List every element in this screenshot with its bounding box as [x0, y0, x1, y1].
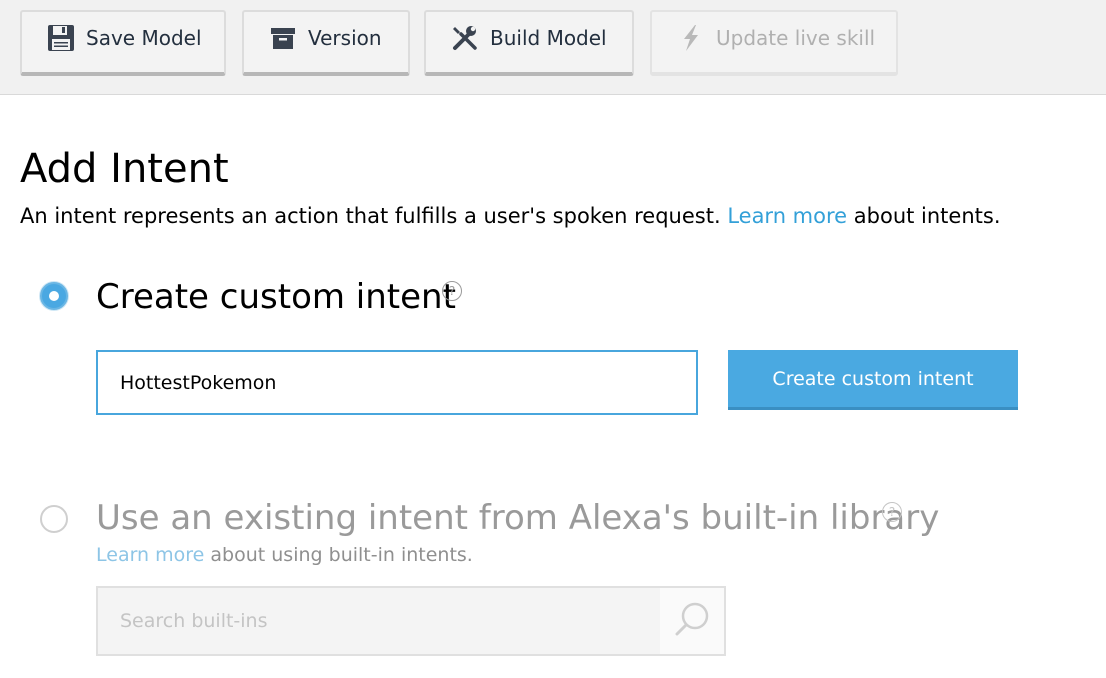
- builtin-sub-text: about using built-in intents.: [210, 544, 473, 566]
- subtitle-text: An intent represents an action that fulf…: [20, 204, 721, 228]
- build-model-button[interactable]: Build Model: [424, 10, 634, 76]
- lightning-bolt-icon: [676, 23, 706, 53]
- build-model-label: Build Model: [490, 26, 607, 50]
- create-custom-intent-label[interactable]: Create custom intent: [96, 277, 456, 317]
- builtin-intent-subtitle: Learn more about using built-in intents.: [96, 544, 473, 566]
- subtitle-suffix: about intents.: [853, 204, 1001, 228]
- search-button[interactable]: [660, 588, 724, 654]
- toolbar: Save Model Version Build Model Update li…: [0, 0, 1106, 95]
- archive-box-icon: [268, 23, 298, 53]
- create-custom-intent-radio[interactable]: [40, 282, 68, 310]
- search-builtins-input[interactable]: [98, 588, 660, 654]
- radio-selected-dot: [49, 291, 59, 301]
- builtin-intent-radio[interactable]: [40, 505, 68, 533]
- wrench-screwdriver-icon: [450, 23, 480, 53]
- help-icon[interactable]: ?: [442, 281, 462, 301]
- builtin-intent-label[interactable]: Use an existing intent from Alexa's buil…: [96, 498, 939, 538]
- version-button[interactable]: Version: [242, 10, 410, 76]
- floppy-disk-icon: [46, 23, 76, 53]
- help-icon[interactable]: ?: [882, 502, 902, 522]
- learn-more-builtin-link[interactable]: Learn more: [96, 544, 204, 566]
- learn-more-intents-link[interactable]: Learn more: [727, 204, 847, 228]
- create-custom-intent-button[interactable]: Create custom intent: [728, 350, 1018, 410]
- custom-intent-name-input[interactable]: [96, 350, 698, 415]
- save-model-label: Save Model: [86, 26, 202, 50]
- builtin-search-box: [96, 586, 726, 656]
- version-label: Version: [308, 26, 382, 50]
- update-live-skill-button[interactable]: Update live skill: [650, 10, 898, 76]
- magnifier-icon: [672, 599, 712, 643]
- page-title: Add Intent: [20, 146, 229, 192]
- page-subtitle: An intent represents an action that fulf…: [20, 204, 1001, 228]
- update-live-skill-label: Update live skill: [716, 26, 876, 50]
- save-model-button[interactable]: Save Model: [20, 10, 226, 76]
